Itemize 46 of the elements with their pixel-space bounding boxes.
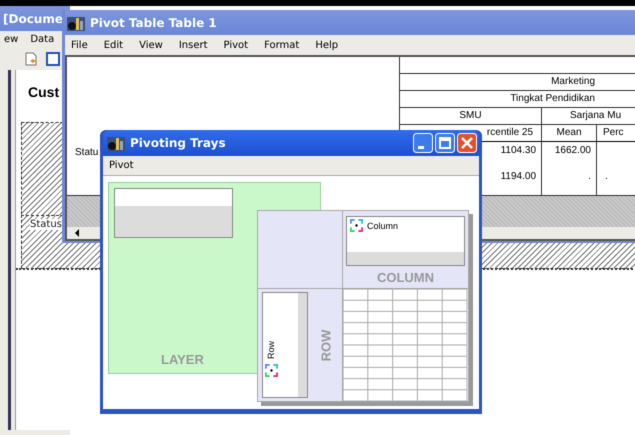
scroll-left-icon[interactable] xyxy=(73,228,81,238)
table-header: Tingkat Pendidikan xyxy=(400,91,635,108)
menu-item[interactable]: View xyxy=(139,40,163,50)
row-label: Status xyxy=(30,219,62,230)
table-cell-text: . xyxy=(604,170,609,184)
row-tray[interactable]: Row xyxy=(262,292,308,398)
table-cell-text: 1662.00 xyxy=(554,144,592,158)
menu-item[interactable]: Data xyxy=(30,34,54,45)
menu-item[interactable]: Help xyxy=(315,40,338,50)
menu-item[interactable]: Edit xyxy=(104,40,124,50)
dimension-icon xyxy=(350,219,363,232)
dimension-icon xyxy=(264,364,278,377)
window-title: Pivot Table Table 1 xyxy=(90,16,217,30)
report-heading: Cust xyxy=(28,84,60,100)
tray-label: LAYER xyxy=(161,352,204,367)
row-item[interactable]: Row xyxy=(263,293,279,381)
table-header: Marketing xyxy=(400,74,635,91)
new-document-icon[interactable] xyxy=(24,52,38,66)
menu-item[interactable]: Insert xyxy=(178,40,208,50)
menu-item[interactable]: File xyxy=(71,40,88,50)
window-title: [Docume xyxy=(3,12,63,26)
column-header: Mean xyxy=(542,125,597,142)
table-cell-text: 1104.30 xyxy=(500,144,537,158)
chart-app-icon xyxy=(107,135,125,151)
window-title: Pivoting Trays xyxy=(130,136,226,150)
table-cell-text: . xyxy=(587,170,592,184)
maximize-icon[interactable] xyxy=(435,133,455,153)
menu-item[interactable]: Pivot xyxy=(109,160,134,171)
table-cell-text: 1194.00 xyxy=(500,170,537,184)
close-icon[interactable] xyxy=(457,133,477,153)
minimize-icon[interactable] xyxy=(413,133,433,153)
item-label: Column xyxy=(367,220,398,230)
chart-app-icon xyxy=(67,14,85,30)
item-label: Row xyxy=(266,341,276,359)
column-item[interactable]: Column xyxy=(347,217,464,234)
row-header: Statu xyxy=(75,147,98,158)
layer-drop-box[interactable] xyxy=(114,188,233,238)
tray-label: ROW xyxy=(318,329,334,361)
column-tray[interactable]: Column xyxy=(346,216,465,266)
column-group-header: Sarjana Mu xyxy=(542,108,635,125)
column-header: Perc xyxy=(597,125,635,142)
menu-item[interactable]: Format xyxy=(264,40,300,50)
menu-item[interactable]: ew xyxy=(4,34,18,45)
menu-item[interactable]: Pivot xyxy=(224,40,248,50)
tray-label: COLUMN xyxy=(376,270,434,285)
column-group-header: SMU xyxy=(400,108,542,125)
